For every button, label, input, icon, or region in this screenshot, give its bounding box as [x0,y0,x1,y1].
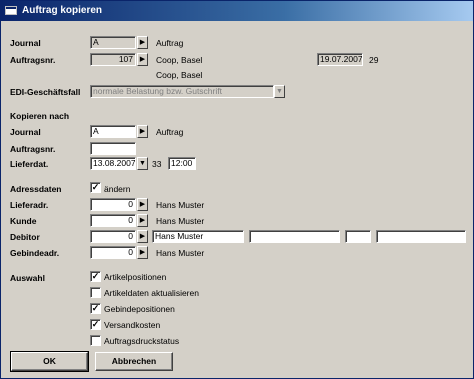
lieferdat-field[interactable]: 13.08.2007 [90,157,136,170]
lieferadr-name: Hans Muster [156,200,205,210]
lieferdat-label: Lieferdat. [10,159,49,169]
auftragsnr-lookup-icon[interactable]: ▶ [137,53,148,66]
cancel-button[interactable]: Abbrechen [95,352,173,371]
versandkosten-checkbox[interactable]: ✓ [90,319,101,330]
auftragsdruckstatus-checkbox[interactable] [90,335,101,346]
gebindeadr-label: Gebindeadr. [10,248,60,258]
address-change-checkbox[interactable]: ✓ [90,182,101,193]
gebindeadr-field[interactable]: 0 [90,246,136,259]
debitor-extra-field-2[interactable] [345,230,371,243]
edi-dropdown-icon[interactable]: ▼ [274,85,285,98]
gebindeadr-lookup-icon[interactable]: ▶ [137,246,148,259]
artikeldaten-checkbox[interactable] [90,287,101,298]
debitor-lookup-icon[interactable]: ▶ [137,230,148,243]
target-journal-label: Journal [10,127,41,137]
title-bar[interactable]: Auftrag kopieren [1,1,473,21]
gebindeadr-name: Hans Muster [156,248,205,258]
order-date-field: 19.07.2007 [317,53,363,66]
dialog-window: Auftrag kopieren Journal A ▶ Auftrag Auf… [0,0,474,379]
debitor-extra-field-1[interactable] [249,230,340,243]
kunde-field[interactable]: 0 [90,214,136,227]
customer-name-secondary: Coop, Basel [156,70,203,80]
kunde-lookup-icon[interactable]: ▶ [137,214,148,227]
edi-label: EDI-Geschäftsfall [10,87,81,97]
auftragsdruckstatus-label: Auftragsdruckstatus [104,336,180,346]
journal-lookup-icon[interactable]: ▶ [137,36,148,49]
artikelpositionen-checkbox[interactable]: ✓ [90,271,101,282]
gebindepositionen-label: Gebindepositionen [104,304,175,314]
delivery-time-field[interactable]: 12:00 [168,157,196,170]
address-change-label: ändern [104,184,131,194]
lieferdat-dropdown-icon[interactable]: ▼ [137,157,148,170]
debitor-extra-field-3[interactable] [376,230,466,243]
lieferadr-field[interactable]: 0 [90,198,136,211]
journal-description: Auftrag [156,38,184,48]
journal-label: Journal [10,38,41,48]
target-journal-lookup-icon[interactable]: ▶ [137,125,148,138]
auftragsnr-field: 107 [90,53,136,66]
debitor-name-field[interactable]: Hans Muster [152,230,244,243]
debitor-label: Debitor [10,232,40,242]
delivery-week: 33 [152,159,162,169]
lieferadr-lookup-icon[interactable]: ▶ [137,198,148,211]
copy-to-heading: Kopieren nach [10,111,70,121]
address-heading: Adressdaten [10,184,62,194]
debitor-field[interactable]: 0 [90,230,136,243]
auftragsnr-label: Auftragsnr. [10,55,56,65]
versandkosten-label: Versandkosten [104,320,161,330]
gebindepositionen-checkbox[interactable]: ✓ [90,303,101,314]
lieferadr-label: Lieferadr. [10,200,49,210]
target-auftragsnr-label: Auftragsnr. [10,144,56,154]
artikelpositionen-label: Artikelpositionen [104,272,167,282]
customer-name: Coop, Basel [156,55,203,65]
selection-heading: Auswahl [10,273,45,283]
target-journal-field[interactable]: A [90,125,136,138]
target-journal-description: Auftrag [156,127,184,137]
window-title: Auftrag kopieren [22,5,103,16]
kunde-label: Kunde [10,216,37,226]
kunde-name: Hans Muster [156,216,205,226]
window-icon [5,6,17,15]
edi-select[interactable]: normale Belastung bzw. Gutschrift [90,85,274,98]
ok-button[interactable]: OK [10,351,89,372]
order-week: 29 [369,55,379,65]
artikeldaten-label: Artikeldaten aktualisieren [104,288,199,298]
target-auftragsnr-field[interactable] [90,142,136,155]
journal-field: A [90,36,136,49]
